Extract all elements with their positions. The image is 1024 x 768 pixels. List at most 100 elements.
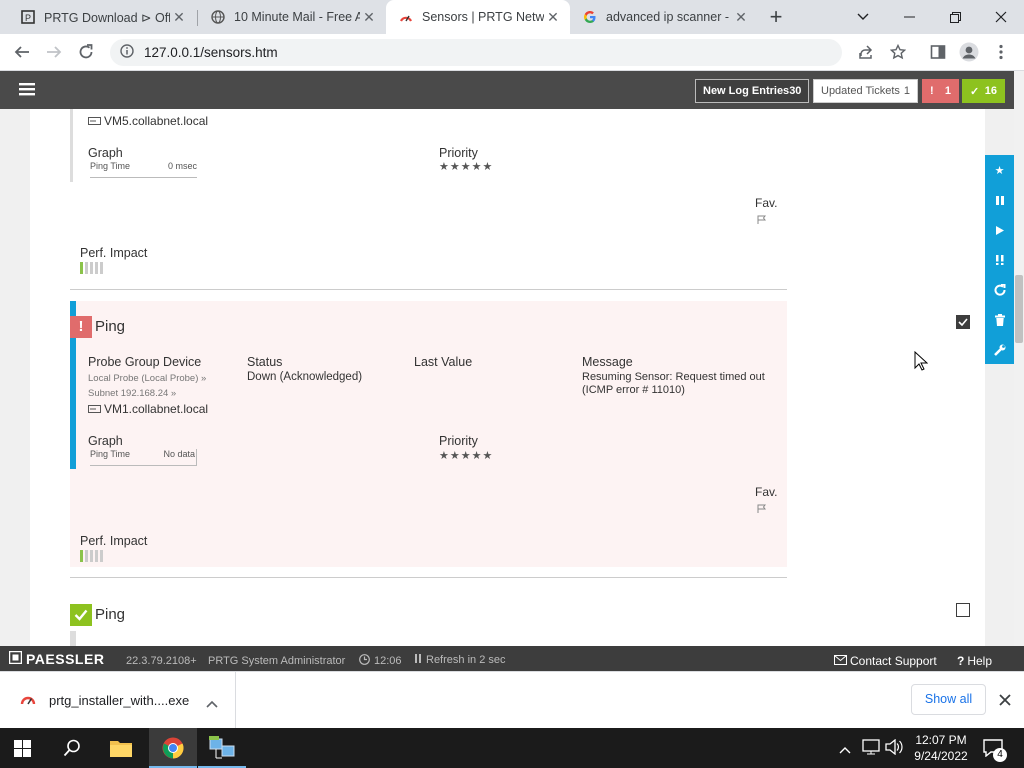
show-all-button[interactable]: Show all [911,684,986,715]
browser-menu-icon[interactable] [988,39,1014,65]
close-tab-icon[interactable]: ✕ [732,8,750,26]
device-link[interactable]: VM5.collabnet.local [88,114,208,128]
sensor-name[interactable]: Ping [95,318,125,335]
tab-10-minute-mail[interactable]: 10 Minute Mail - Free A ✕ [198,0,386,34]
updated-tickets-badge[interactable]: Updated Tickets 1 [813,79,918,103]
message-value: Resuming Sensor: Request timed out (ICMP… [582,371,765,396]
tab-search-button[interactable] [840,0,886,34]
clock-time: 12:07 PM [915,733,967,747]
download-filename: prtg_installer_with....exe [49,693,190,708]
forward-button[interactable] [41,39,67,65]
download-item[interactable]: prtg_installer_with....exe [0,672,236,728]
system-clock[interactable]: 12:07 PM 9/24/2022 [910,732,972,764]
network-app-taskbar-button[interactable] [198,728,246,768]
envelope-icon [834,654,847,668]
scrollbar-thumb[interactable] [1015,275,1023,343]
paessler-logo[interactable]: PAESSLER [8,650,105,667]
file-explorer-icon[interactable] [110,739,132,762]
brand-text: PAESSLER [26,651,105,667]
select-checkbox-checked[interactable] [956,315,970,329]
device-name: VM1.collabnet.local [104,402,209,416]
pause-icon[interactable] [985,185,1014,215]
globe-icon [210,9,226,25]
side-panel-icon[interactable] [925,39,951,65]
pause-icon [415,654,421,666]
contact-support-link[interactable]: Contact Support [834,654,937,668]
version-text: 22.3.79.2108+ [126,655,197,667]
group-path-link[interactable]: Subnet 192.168.24 » [88,388,176,399]
volume-icon[interactable] [885,738,903,760]
tab-title: PRTG Download ⊳ Offi [44,10,170,25]
sensor-status-bar [70,109,73,182]
tab-title: advanced ip scanner - [606,10,729,24]
user-name[interactable]: PRTG System Administrator [208,655,345,667]
prtg-icon: P [20,9,36,25]
priority-label: Priority [439,146,478,160]
alarm-count-badge[interactable]: ! 1 [922,79,959,103]
chevron-up-icon[interactable] [206,695,218,713]
address-bar[interactable]: 127.0.0.1/sensors.htm [110,39,842,66]
hamburger-menu-icon[interactable] [19,82,35,101]
ok-status-icon [70,604,92,626]
sensor-down-row [70,301,787,567]
search-icon[interactable] [63,739,81,762]
close-tab-icon[interactable]: ✕ [360,8,378,26]
device-icon [88,114,101,128]
favorite-star-icon[interactable]: ★ [985,155,1014,185]
priority-stars[interactable]: ★★★★★ [439,160,493,173]
check-icon: ✓ [970,85,980,98]
paessler-logo-icon [8,650,23,667]
new-log-entries-badge[interactable]: New Log Entries 30 [695,79,809,103]
sensor-name[interactable]: Ping [95,606,125,623]
chrome-icon [162,737,184,764]
acknowledge-alarm-icon[interactable] [985,245,1014,275]
help-link[interactable]: ? Help [957,654,992,668]
clock-date: 9/24/2022 [914,749,968,763]
probe-path-link[interactable]: Local Probe (Local Probe) » [88,373,206,384]
close-window-button[interactable] [978,0,1024,34]
tab-prtg-download[interactable]: P PRTG Download ⊳ Offi ✕ [8,0,196,34]
new-tab-button[interactable]: + [764,5,788,29]
graph-value: 0 msec [167,161,197,171]
perf-impact-meter [80,262,103,274]
flag-icon[interactable] [757,211,767,229]
col-last-value-label: Last Value [414,355,473,369]
flag-icon[interactable] [757,500,767,518]
minimize-button[interactable] [886,0,932,34]
network-icon[interactable] [862,739,880,760]
chrome-taskbar-button[interactable] [149,728,197,768]
chevron-up-icon[interactable] [839,741,851,759]
wrench-settings-icon[interactable] [985,335,1014,365]
restore-button[interactable] [932,0,978,34]
windows-start-icon[interactable] [14,740,31,762]
bookmark-star-icon[interactable] [885,39,911,65]
close-tab-icon[interactable]: ✕ [170,8,188,26]
col-device-label: Probe Group Device [88,355,202,369]
trash-icon[interactable] [985,305,1014,335]
priority-label: Priority [439,434,478,448]
profile-avatar-icon[interactable] [956,39,982,65]
share-icon[interactable] [853,39,879,65]
priority-stars[interactable]: ★★★★★ [439,449,493,462]
refresh-timer[interactable]: Refresh in 2 sec [415,654,505,666]
ok-count-badge[interactable]: ✓ 16 [962,79,1005,103]
page-scrollbar[interactable] [1014,71,1024,646]
mini-graph[interactable]: Ping Time 0 msec [90,161,197,178]
tab-sensors-prtg[interactable]: Sensors | PRTG Networ ✕ [386,0,570,34]
tab-advanced-ip-scanner[interactable]: advanced ip scanner - ✕ [570,0,758,34]
info-icon[interactable] [120,44,134,61]
badge-count: 16 [984,85,997,97]
resume-play-icon[interactable] [985,215,1014,245]
browser-tab-strip: P PRTG Download ⊳ Offi ✕ 10 Minute Mail … [0,0,1024,34]
sensor-status-bar [70,631,76,646]
reload-button[interactable] [73,39,99,65]
select-checkbox[interactable] [956,603,970,617]
refresh-icon[interactable] [985,275,1014,305]
mini-graph[interactable]: Ping Time No data [90,449,197,466]
close-download-bar-icon[interactable] [999,693,1011,711]
close-tab-icon[interactable]: ✕ [544,8,562,26]
device-link[interactable]: VM1.collabnet.local [88,402,208,416]
badge-label: New Log Entries [703,85,790,97]
back-button[interactable] [9,39,35,65]
question-icon: ? [957,654,965,668]
